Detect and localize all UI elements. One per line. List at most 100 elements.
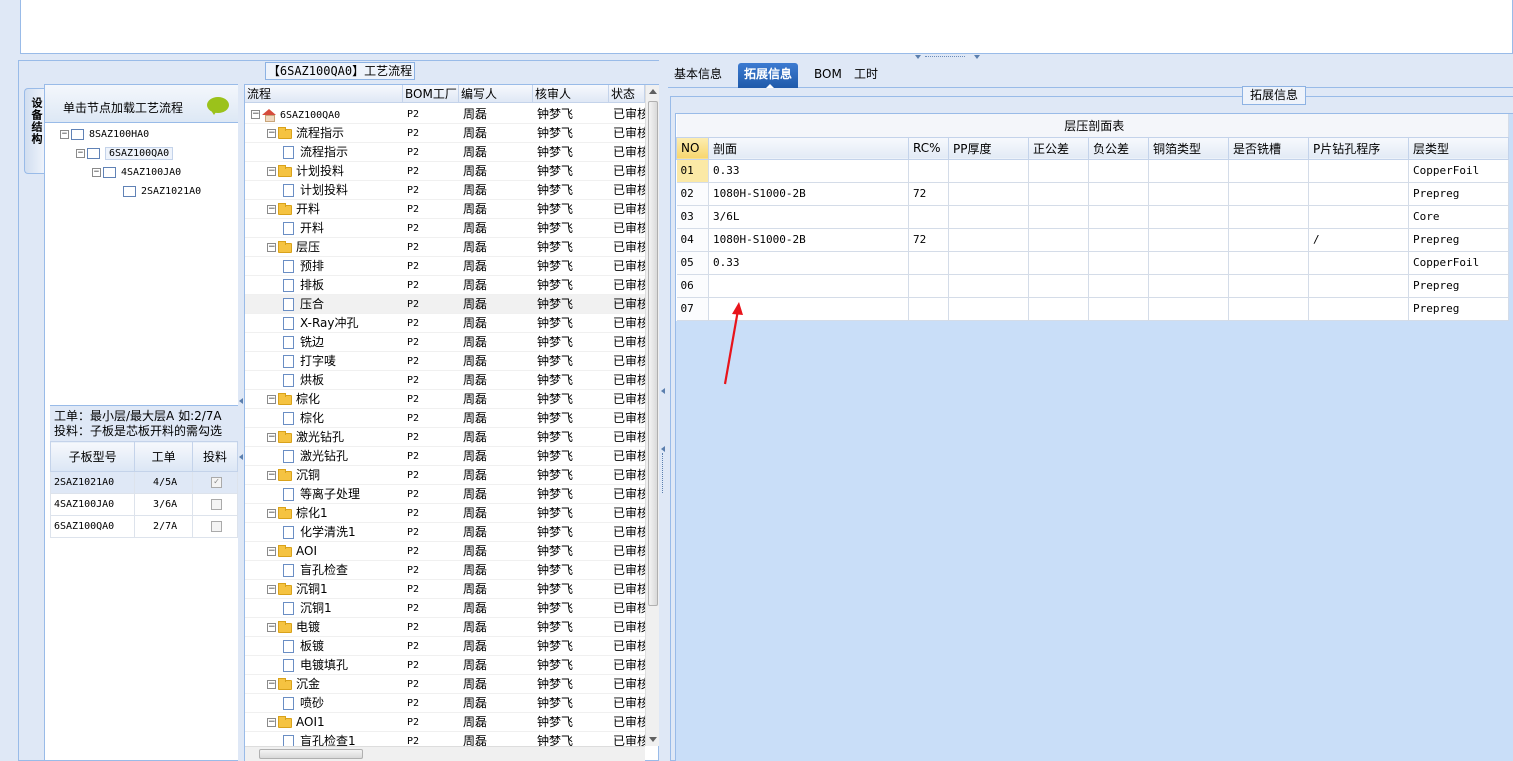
flow-row[interactable]: 沉铜1 P2 周磊 钟梦飞 已审核 [245, 599, 645, 618]
stackup-cell[interactable] [1088, 274, 1149, 298]
collapse-left-icon[interactable] [239, 454, 243, 460]
flow-column-header[interactable]: 编写人 [459, 85, 533, 103]
collapse-toggle-icon[interactable]: − [92, 167, 101, 177]
subboard-row[interactable]: 4SAZ100JA0 3/6A [49, 493, 239, 516]
stackup-cell[interactable] [1228, 228, 1309, 252]
stackup-cell[interactable]: Prepreg [1408, 274, 1509, 298]
tab-extension-info[interactable]: 拓展信息 [738, 63, 799, 88]
flow-row[interactable]: 预排 P2 周磊 钟梦飞 已审核 [245, 257, 645, 276]
stackup-cell[interactable]: / [1308, 228, 1409, 252]
collapse-toggle-icon[interactable]: − [76, 148, 85, 158]
scroll-up-icon[interactable] [649, 89, 657, 94]
flow-row[interactable]: − 流程指示 P2 周磊 钟梦飞 已审核 [245, 124, 645, 143]
flow-row[interactable]: − 激光钻孔 P2 周磊 钟梦飞 已审核 [245, 428, 645, 447]
stackup-row[interactable]: 03 3/6L Core [676, 205, 1509, 229]
stackup-cell[interactable] [1308, 205, 1409, 229]
stackup-column-header[interactable]: 是否铣槽 [1228, 136, 1309, 160]
stackup-cell[interactable] [948, 251, 1029, 275]
stackup-cell[interactable]: CopperFoil [1408, 159, 1509, 183]
flow-column-header[interactable]: 核审人 [533, 85, 609, 103]
flow-row[interactable]: 盲孔检查 P2 周磊 钟梦飞 已审核 [245, 561, 645, 580]
flow-row[interactable]: − 沉铜 P2 周磊 钟梦飞 已审核 [245, 466, 645, 485]
flow-row[interactable]: 喷砂 P2 周磊 钟梦飞 已审核 [245, 694, 645, 713]
stackup-cell[interactable] [1308, 159, 1409, 183]
stackup-column-header[interactable]: 负公差 [1088, 136, 1149, 160]
stackup-cell[interactable] [948, 274, 1029, 298]
stackup-cell[interactable] [1028, 159, 1089, 183]
stackup-cell[interactable] [948, 159, 1029, 183]
stackup-cell[interactable] [1088, 159, 1149, 183]
scroll-thumb-horizontal[interactable] [259, 749, 363, 759]
stackup-column-header[interactable]: 层类型 [1408, 136, 1509, 160]
flow-row[interactable]: 压合 P2 周磊 钟梦飞 已审核 [245, 295, 645, 314]
stackup-cell[interactable] [1028, 251, 1089, 275]
subboard-row[interactable]: 2SAZ1021A0 4/5A ✓ [49, 471, 239, 494]
stackup-cell[interactable]: 72 [908, 228, 949, 252]
stackup-cell[interactable] [948, 205, 1029, 229]
flow-row[interactable]: 流程指示 P2 周磊 钟梦飞 已审核 [245, 143, 645, 162]
collapse-toggle-icon[interactable]: − [267, 623, 276, 632]
stackup-cell[interactable] [1148, 228, 1229, 252]
stackup-cell[interactable] [1308, 297, 1409, 321]
stackup-cell[interactable]: CopperFoil [1408, 251, 1509, 275]
scroll-thumb[interactable] [648, 101, 658, 606]
stackup-cell[interactable]: 3/6L [708, 205, 909, 229]
stackup-cell[interactable] [908, 251, 949, 275]
collapse-toggle-icon[interactable]: − [267, 433, 276, 442]
stackup-cell[interactable] [1228, 159, 1309, 183]
flow-row[interactable]: − 层压 P2 周磊 钟梦飞 已审核 [245, 238, 645, 257]
feed-checkbox[interactable]: ✓ [210, 476, 222, 488]
collapse-toggle-icon[interactable]: − [267, 205, 276, 214]
structure-tree-node[interactable]: − 6SAZ100QA0 [76, 145, 174, 163]
collapse-toggle-icon[interactable]: − [267, 547, 276, 556]
stackup-cell[interactable] [908, 205, 949, 229]
stackup-cell[interactable]: 72 [908, 182, 949, 206]
flow-row[interactable]: − AOI P2 周磊 钟梦飞 已审核 [245, 542, 645, 561]
stackup-column-header[interactable]: NO [676, 136, 709, 160]
flow-row[interactable]: 打字唛 P2 周磊 钟梦飞 已审核 [245, 352, 645, 371]
flow-row[interactable]: 铣边 P2 周磊 钟梦飞 已审核 [245, 333, 645, 352]
stackup-column-header[interactable]: RC% [908, 136, 949, 160]
stackup-cell[interactable] [1088, 228, 1149, 252]
stackup-cell[interactable] [1228, 182, 1309, 206]
structure-tree-node[interactable]: 2SAZ1021A0 [110, 183, 201, 201]
subboard-column-header[interactable]: 子板型号 [49, 441, 136, 472]
flow-horizontal-scrollbar[interactable] [245, 746, 645, 761]
stackup-cell[interactable] [948, 297, 1029, 321]
stackup-cell[interactable] [948, 228, 1029, 252]
flow-column-header[interactable]: BOM工厂 [403, 85, 459, 103]
flow-row[interactable]: 开料 P2 周磊 钟梦飞 已审核 [245, 219, 645, 238]
flow-row[interactable]: X-Ray冲孔 P2 周磊 钟梦飞 已审核 [245, 314, 645, 333]
stackup-row[interactable]: 06 Prepreg [676, 274, 1509, 298]
collapse-toggle-icon[interactable]: − [60, 129, 69, 139]
collapse-toggle-icon[interactable]: − [267, 243, 276, 252]
collapse-left-icon[interactable] [661, 388, 665, 394]
stackup-cell[interactable] [1228, 297, 1309, 321]
stackup-cell[interactable] [1028, 228, 1089, 252]
flow-column-header[interactable]: 状态 [609, 85, 645, 103]
stackup-row[interactable]: 07 Prepreg [676, 297, 1509, 321]
stackup-cell[interactable] [1148, 159, 1229, 183]
flow-row[interactable]: − 沉铜1 P2 周磊 钟梦飞 已审核 [245, 580, 645, 599]
stackup-cell[interactable] [1228, 274, 1309, 298]
collapse-toggle-icon[interactable]: − [267, 509, 276, 518]
stackup-cell[interactable]: 0.33 [708, 251, 909, 275]
stackup-row[interactable]: 04 1080H-S1000-2B 72 /Prepreg [676, 228, 1509, 252]
feed-checkbox[interactable] [210, 498, 222, 510]
subboard-row[interactable]: 6SAZ100QA0 2/7A [49, 515, 239, 538]
stackup-cell[interactable]: Prepreg [1408, 297, 1509, 321]
stackup-cell[interactable] [708, 274, 909, 298]
stackup-row[interactable]: 05 0.33 CopperFoil [676, 251, 1509, 275]
flow-row[interactable]: 计划投料 P2 周磊 钟梦飞 已审核 [245, 181, 645, 200]
stackup-cell[interactable] [1088, 205, 1149, 229]
flow-row[interactable]: − 开料 P2 周磊 钟梦飞 已审核 [245, 200, 645, 219]
flow-vertical-scrollbar[interactable] [645, 85, 659, 746]
collapse-toggle-icon[interactable]: − [251, 110, 260, 119]
collapse-toggle-icon[interactable]: − [267, 129, 276, 138]
flow-column-header[interactable]: 流程 [245, 85, 403, 103]
stackup-cell[interactable] [948, 182, 1029, 206]
flow-root-row[interactable]: − 6SAZ100QA0 P2 周磊 钟梦飞 已审核 [245, 105, 645, 124]
flow-row[interactable]: 化学清洗1 P2 周磊 钟梦飞 已审核 [245, 523, 645, 542]
flow-row[interactable]: 等离子处理 P2 周磊 钟梦飞 已审核 [245, 485, 645, 504]
flow-row[interactable]: 排板 P2 周磊 钟梦飞 已审核 [245, 276, 645, 295]
